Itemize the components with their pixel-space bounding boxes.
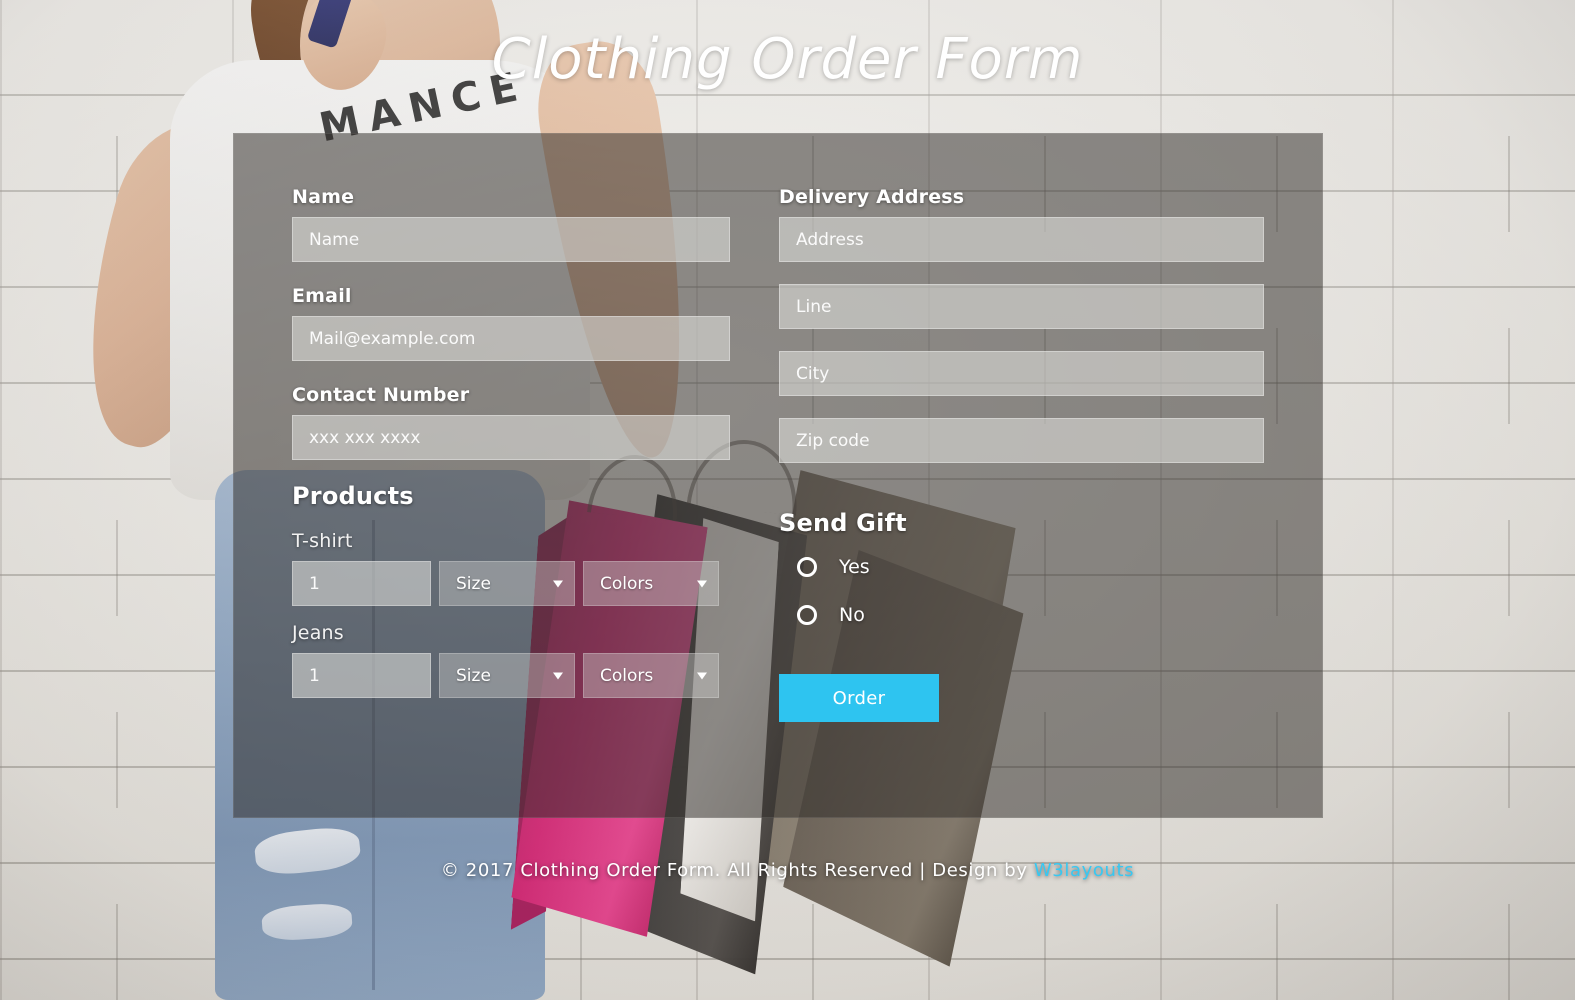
colors-select-jeans-label: Colors — [600, 665, 654, 686]
radio-icon-no[interactable] — [797, 605, 817, 625]
quantity-input-tshirt[interactable] — [292, 561, 431, 606]
address-field-group — [779, 217, 1264, 262]
email-field-group: Email — [292, 285, 730, 361]
footer: © 2017 Clothing Order Form. All Rights R… — [0, 860, 1575, 881]
colors-select-tshirt-label: Colors — [600, 573, 654, 594]
chevron-down-icon — [553, 580, 563, 587]
products-heading-wrap: Products — [292, 482, 730, 510]
address-line-input[interactable] — [779, 284, 1264, 329]
footer-brand-link[interactable]: W3layouts — [1034, 860, 1134, 881]
chevron-down-icon — [553, 672, 563, 679]
radio-label-yes: Yes — [839, 556, 870, 578]
form-right-column: Delivery Address Send Gift Yes — [779, 186, 1264, 722]
footer-copyright-text: © 2017 Clothing Order Form. All Rights R… — [440, 860, 1034, 881]
products-heading: Products — [292, 482, 414, 510]
send-gift-heading-wrap: Send Gift — [779, 509, 1264, 537]
name-label: Name — [292, 186, 355, 208]
colors-select-jeans[interactable]: Colors — [583, 653, 719, 698]
radio-label-no: No — [839, 604, 865, 626]
radio-option-yes[interactable]: Yes — [797, 556, 1264, 578]
address-line-field-group — [779, 284, 1264, 329]
email-input[interactable] — [292, 316, 730, 361]
contact-number-label: Contact Number — [292, 384, 470, 406]
zip-field-group — [779, 418, 1264, 463]
email-label: Email — [292, 285, 352, 307]
chevron-down-icon — [697, 580, 707, 587]
radio-icon-yes[interactable] — [797, 557, 817, 577]
order-form-panel: Name Email Contact Number Products T-shi… — [233, 133, 1323, 818]
quantity-input-jeans[interactable] — [292, 653, 431, 698]
size-select-tshirt[interactable]: Size — [439, 561, 575, 606]
send-gift-heading: Send Gift — [779, 509, 907, 537]
radio-option-no[interactable]: No — [797, 604, 1264, 626]
chevron-down-icon — [697, 672, 707, 679]
order-submit-button[interactable]: Order — [779, 674, 939, 722]
contact-field-group: Contact Number — [292, 384, 730, 460]
size-select-jeans-label: Size — [456, 665, 491, 686]
zip-code-input[interactable] — [779, 418, 1264, 463]
product-row-tshirt: Size Colors — [292, 561, 730, 606]
product-row-jeans: Size Colors — [292, 653, 730, 698]
size-select-tshirt-label: Size — [456, 573, 491, 594]
contact-number-input[interactable] — [292, 415, 730, 460]
page-title: Clothing Order Form — [491, 27, 1084, 92]
product-name-tshirt: T-shirt — [292, 530, 353, 552]
size-select-jeans[interactable]: Size — [439, 653, 575, 698]
product-block-jeans: Jeans Size Colors — [292, 622, 730, 698]
colors-select-tshirt[interactable]: Colors — [583, 561, 719, 606]
address-input[interactable] — [779, 217, 1264, 262]
city-field-group — [779, 351, 1264, 396]
product-block-tshirt: T-shirt Size Colors — [292, 530, 730, 606]
product-name-jeans: Jeans — [292, 622, 344, 644]
page-root: MANCE Clothing Order Form Name Email — [0, 0, 1575, 1000]
name-input[interactable] — [292, 217, 730, 262]
form-left-column: Name Email Contact Number Products T-shi… — [292, 186, 730, 714]
delivery-address-label: Delivery Address — [779, 186, 965, 208]
name-field-group: Name — [292, 186, 730, 262]
city-input[interactable] — [779, 351, 1264, 396]
